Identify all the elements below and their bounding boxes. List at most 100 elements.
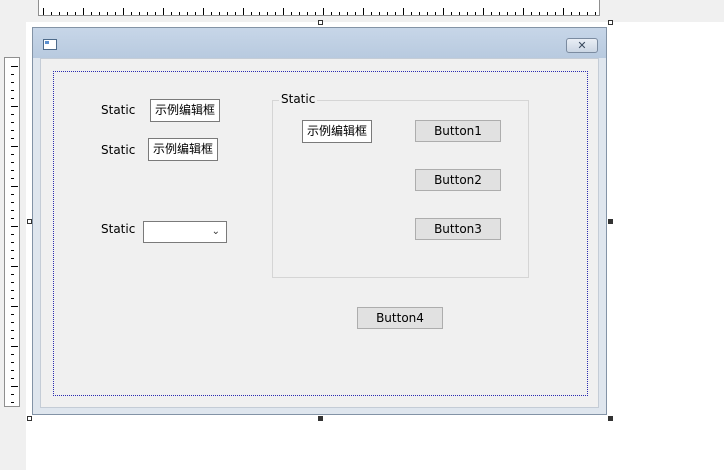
ruler-tick: [187, 12, 188, 15]
static-label-2: Static: [101, 143, 136, 157]
button-1[interactable]: Button1: [415, 120, 501, 142]
ruler-tick: [11, 394, 14, 395]
ruler-tick: [107, 12, 108, 15]
ruler-tick: [347, 12, 348, 15]
ruler-tick: [11, 314, 14, 315]
ruler-tick: [379, 12, 380, 15]
ruler-tick: [475, 12, 476, 15]
ruler-tick: [555, 12, 556, 15]
ruler-tick: [275, 12, 276, 15]
ruler-tick: [75, 12, 76, 15]
button-4[interactable]: Button4: [357, 307, 443, 329]
dialog-client-area: Static 示例编辑框 Static 示例编辑框 Static ⌄ Stati…: [40, 58, 599, 408]
group-edit-box[interactable]: 示例编辑框: [302, 120, 372, 143]
resize-handle-top-right[interactable]: [608, 20, 613, 25]
static-label-1: Static: [101, 103, 136, 117]
resize-handle-bottom-left[interactable]: [27, 416, 32, 421]
ruler-tick: [123, 8, 124, 15]
ruler-tick: [11, 258, 14, 259]
ruler-tick: [11, 274, 14, 275]
ruler-tick: [11, 210, 14, 211]
ruler-tick: [251, 12, 252, 15]
ruler-tick: [523, 8, 524, 15]
edit-box-1[interactable]: 示例编辑框: [150, 99, 220, 122]
ruler-tick: [211, 12, 212, 15]
ruler-tick: [443, 8, 444, 15]
dialog-app-icon: [43, 39, 57, 50]
ruler-tick: [595, 12, 596, 15]
ruler-tick: [11, 234, 14, 235]
ruler-tick: [219, 12, 220, 15]
edit-box-2[interactable]: 示例编辑框: [148, 138, 218, 161]
vertical-ruler: [4, 57, 20, 407]
ruler-tick: [11, 306, 18, 307]
ruler-tick: [499, 12, 500, 15]
ruler-tick: [459, 12, 460, 15]
ruler-tick: [299, 12, 300, 15]
ruler-tick: [11, 194, 14, 195]
ruler-tick: [411, 12, 412, 15]
ruler-tick: [419, 12, 420, 15]
ruler-tick: [171, 12, 172, 15]
ruler-tick: [323, 8, 324, 15]
ruler-tick: [11, 330, 14, 331]
dialog-titlebar: ✕: [33, 28, 606, 58]
ruler-tick: [11, 130, 14, 131]
ruler-tick: [11, 162, 14, 163]
ruler-tick: [11, 226, 18, 227]
ruler-tick: [11, 98, 14, 99]
combo-box[interactable]: ⌄: [143, 221, 227, 243]
ruler-tick: [483, 8, 484, 15]
ruler-tick: [579, 12, 580, 15]
ruler-tick: [243, 8, 244, 15]
button-2[interactable]: Button2: [415, 169, 501, 191]
ruler-tick: [387, 12, 388, 15]
ruler-tick: [203, 8, 204, 15]
ruler-tick: [515, 12, 516, 15]
resize-handle-right[interactable]: [608, 219, 613, 224]
ruler-tick: [11, 298, 14, 299]
resize-handle-top[interactable]: [318, 20, 323, 25]
ruler-tick: [155, 12, 156, 15]
ruler-tick: [115, 12, 116, 15]
ruler-tick: [179, 12, 180, 15]
resize-handle-bottom[interactable]: [318, 416, 323, 421]
ruler-tick: [339, 12, 340, 15]
ruler-tick: [11, 186, 18, 187]
ruler-tick: [51, 12, 52, 15]
resize-handle-bottom-right[interactable]: [608, 416, 613, 421]
ruler-tick: [355, 12, 356, 15]
ruler-tick: [11, 402, 14, 403]
ruler-tick: [11, 114, 14, 115]
ruler-tick: [547, 12, 548, 15]
ruler-tick: [11, 282, 14, 283]
ruler-tick: [259, 12, 260, 15]
ruler-tick: [11, 242, 14, 243]
ruler-tick: [571, 12, 572, 15]
ruler-tick: [291, 12, 292, 15]
ruler-tick: [67, 12, 68, 15]
static-label-3: Static: [101, 222, 136, 236]
ruler-tick: [11, 266, 18, 267]
ruler-tick: [467, 12, 468, 15]
ruler-tick: [227, 12, 228, 15]
ruler-tick: [283, 8, 284, 15]
ruler-tick: [11, 154, 14, 155]
horizontal-ruler: [38, 0, 600, 16]
ruler-tick: [147, 12, 148, 15]
ruler-tick: [451, 12, 452, 15]
ruler-tick: [131, 12, 132, 15]
ruler-tick: [363, 8, 364, 15]
ruler-tick: [91, 12, 92, 15]
ruler-tick: [195, 12, 196, 15]
button-3[interactable]: Button3: [415, 218, 501, 240]
ruler-tick: [11, 122, 14, 123]
ruler-tick: [427, 12, 428, 15]
chevron-down-icon[interactable]: ⌄: [212, 226, 220, 237]
ruler-tick: [11, 290, 14, 291]
ruler-tick: [11, 82, 14, 83]
close-button[interactable]: ✕: [566, 38, 598, 53]
ruler-tick: [11, 346, 18, 347]
ruler-tick: [395, 12, 396, 15]
ruler-tick: [11, 66, 18, 67]
